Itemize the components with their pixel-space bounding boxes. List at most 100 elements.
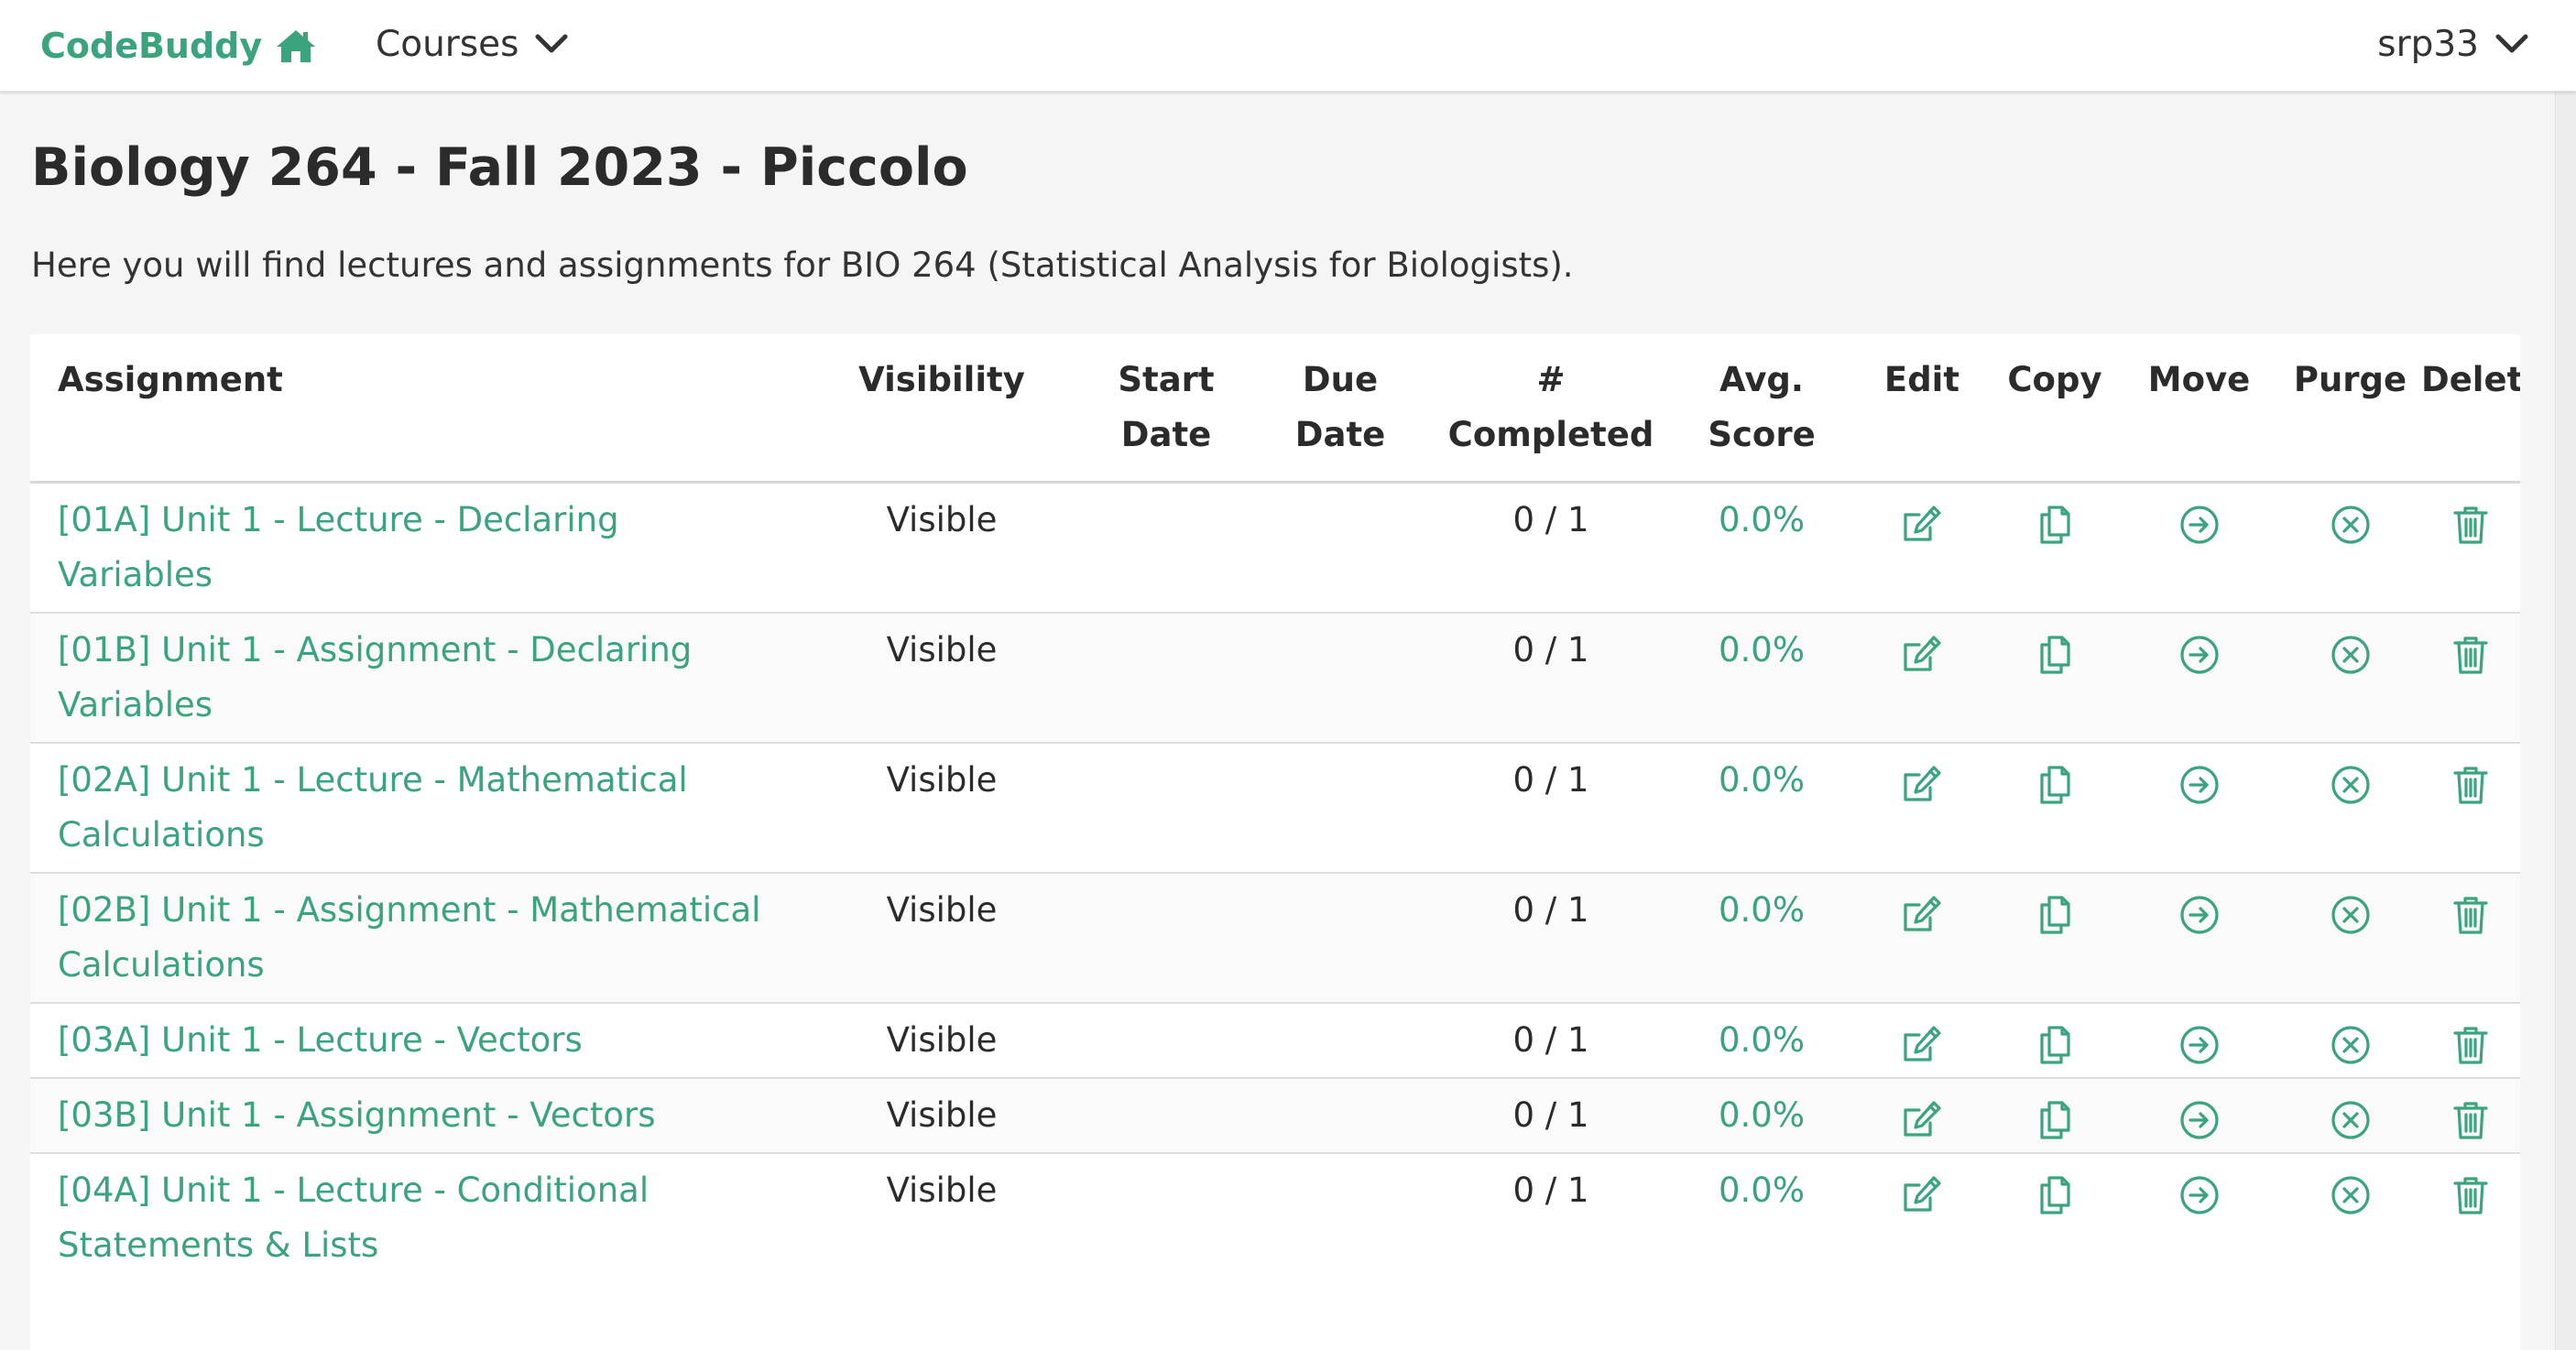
score-cell: 0.0% — [1670, 612, 1853, 743]
delete-cell — [2421, 742, 2520, 873]
copy-icon[interactable] — [2033, 763, 2077, 807]
purge-icon[interactable] — [2329, 763, 2373, 807]
edit-cell — [1853, 612, 1991, 743]
purge-icon[interactable] — [2329, 633, 2373, 677]
delete-cell — [2421, 612, 2520, 743]
copy-icon[interactable] — [2033, 1098, 2077, 1142]
header-visibility[interactable]: Visibility — [800, 334, 1084, 484]
copy-cell — [1991, 1077, 2119, 1153]
header-due-date[interactable]: Due Date — [1249, 334, 1432, 484]
assignment-link[interactable]: [03A] Unit 1 - Lecture - Vectors — [58, 1020, 583, 1060]
edit-cell — [1853, 481, 1991, 613]
edit-icon[interactable] — [1900, 503, 1944, 547]
avg-score-value: 0.0% — [1719, 630, 1805, 670]
move-icon[interactable] — [2178, 503, 2221, 547]
header-delete: Delete — [2421, 334, 2520, 484]
purge-icon[interactable] — [2329, 893, 2373, 937]
purge-icon[interactable] — [2329, 503, 2373, 547]
move-cell — [2119, 481, 2279, 613]
edit-icon[interactable] — [1900, 893, 1944, 937]
purge-icon[interactable] — [2329, 1098, 2373, 1142]
page-title: Biology 264 - Fall 2023 - Piccolo — [31, 137, 968, 198]
start-date-cell — [1084, 872, 1249, 1003]
table-row: [04A] Unit 1 - Lecture - Conditional Sta… — [30, 1152, 2520, 1282]
purge-icon[interactable] — [2329, 1173, 2373, 1217]
copy-icon[interactable] — [2033, 633, 2077, 677]
header-completed-line2: Completed — [1447, 415, 1654, 454]
copy-cell — [1991, 612, 2119, 743]
move-icon[interactable] — [2178, 763, 2221, 807]
completed-cell: 0 / 1 — [1432, 742, 1670, 873]
user-menu-dropdown[interactable]: srp33 — [2377, 18, 2528, 70]
assignment-link[interactable]: [03B] Unit 1 - Assignment - Vectors — [58, 1095, 656, 1135]
delete-icon[interactable] — [2449, 1098, 2493, 1142]
purge-cell — [2279, 742, 2421, 873]
table-row: [02B] Unit 1 - Assignment - Mathematical… — [30, 872, 2520, 1003]
header-avg-score[interactable]: Avg. Score — [1670, 334, 1853, 484]
assignment-link[interactable]: [04A] Unit 1 - Lecture - Conditional Sta… — [58, 1170, 649, 1265]
completed-cell: 0 / 1 — [1432, 1152, 1670, 1282]
assignment-link[interactable]: [02A] Unit 1 - Lecture - Mathematical Ca… — [58, 760, 688, 855]
edit-icon[interactable] — [1900, 1173, 1944, 1217]
table-row: [01A] Unit 1 - Lecture - Declaring Varia… — [30, 481, 2520, 613]
header-completed-line1: # — [1536, 360, 1566, 399]
chevron-down-icon — [2495, 33, 2528, 55]
assignment-link[interactable]: [01A] Unit 1 - Lecture - Declaring Varia… — [58, 500, 619, 594]
avg-score-value: 0.0% — [1719, 760, 1805, 800]
score-cell: 0.0% — [1670, 1002, 1853, 1078]
avg-score-value: 0.0% — [1719, 1020, 1805, 1060]
delete-icon[interactable] — [2449, 893, 2493, 937]
edit-icon[interactable] — [1900, 1023, 1944, 1067]
visibility-cell: Visible — [800, 1002, 1084, 1078]
courses-dropdown[interactable]: Courses — [376, 18, 568, 70]
delete-cell — [2421, 1152, 2520, 1282]
move-icon[interactable] — [2178, 1098, 2221, 1142]
visibility-cell: Visible — [800, 872, 1084, 1003]
assignment-cell: [04A] Unit 1 - Lecture - Conditional Sta… — [30, 1152, 800, 1282]
move-icon[interactable] — [2178, 1173, 2221, 1217]
header-completed[interactable]: # Completed — [1432, 334, 1670, 484]
copy-icon[interactable] — [2033, 1173, 2077, 1217]
edit-icon[interactable] — [1900, 1098, 1944, 1142]
copy-icon[interactable] — [2033, 1023, 2077, 1067]
brand-name: CodeBuddy — [40, 26, 263, 66]
edit-icon[interactable] — [1900, 763, 1944, 807]
edit-icon[interactable] — [1900, 633, 1944, 677]
delete-icon[interactable] — [2449, 763, 2493, 807]
delete-cell — [2421, 1077, 2520, 1153]
header-due-line2: Date — [1294, 415, 1386, 454]
assignment-link[interactable]: [02B] Unit 1 - Assignment - Mathematical… — [58, 890, 760, 985]
assignments-table: Assignment Visibility Start Date Due Date … — [30, 334, 2520, 1282]
delete-icon[interactable] — [2449, 503, 2493, 547]
score-cell: 0.0% — [1670, 481, 1853, 613]
edit-cell — [1853, 872, 1991, 1003]
delete-icon[interactable] — [2449, 1173, 2493, 1217]
table-row: [01B] Unit 1 - Assignment - Declaring Va… — [30, 612, 2520, 743]
start-date-cell — [1084, 1077, 1249, 1153]
move-icon[interactable] — [2178, 893, 2221, 937]
move-cell — [2119, 742, 2279, 873]
header-start-date[interactable]: Start Date — [1084, 334, 1249, 484]
move-icon[interactable] — [2178, 633, 2221, 677]
table-body: [01A] Unit 1 - Lecture - Declaring Varia… — [30, 481, 2520, 1282]
due-date-cell — [1249, 612, 1432, 743]
due-date-cell — [1249, 1077, 1432, 1153]
move-icon[interactable] — [2178, 1023, 2221, 1067]
purge-cell — [2279, 1152, 2421, 1282]
visibility-cell: Visible — [800, 612, 1084, 743]
assignment-link[interactable]: [01B] Unit 1 - Assignment - Declaring Va… — [58, 630, 692, 724]
copy-icon[interactable] — [2033, 503, 2077, 547]
user-label: srp33 — [2377, 23, 2479, 65]
brand-link[interactable]: CodeBuddy — [40, 20, 317, 71]
header-assignment[interactable]: Assignment — [30, 334, 800, 484]
header-start-line2: Date — [1120, 415, 1212, 454]
visibility-cell: Visible — [800, 1152, 1084, 1282]
delete-icon[interactable] — [2449, 1023, 2493, 1067]
purge-icon[interactable] — [2329, 1023, 2373, 1067]
copy-icon[interactable] — [2033, 893, 2077, 937]
copy-cell — [1991, 742, 2119, 873]
delete-icon[interactable] — [2449, 633, 2493, 677]
visibility-cell: Visible — [800, 481, 1084, 613]
page-scrollbar[interactable] — [2555, 91, 2576, 1350]
visibility-value: Visible — [886, 1095, 998, 1135]
